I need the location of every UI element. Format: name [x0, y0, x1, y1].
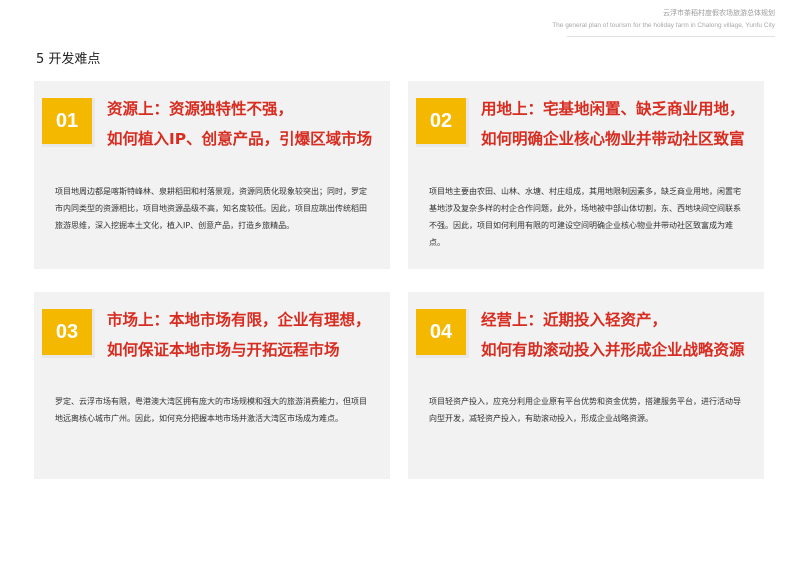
card-title: 用地上：宅基地闲置、缺乏商业用地， 如何明确企业核心物业并带动社区致富: [481, 94, 745, 154]
number-badge: 02: [416, 98, 469, 147]
badge-number: 04: [429, 321, 453, 343]
section-title: 5 开发难点: [36, 52, 101, 67]
number-badge: 03: [42, 309, 95, 358]
card-title-line-2: 如何植入IP、创意产品，引爆区域市场: [107, 130, 373, 148]
card-title: 经营上：近期投入轻资产， 如何有助滚动投入并形成企业战略资源: [481, 305, 745, 365]
card-body-text: 项目轻资产投入，应充分利用企业原有平台优势和资金优势，搭建服务平台，进行活动导向…: [429, 397, 741, 423]
number-badge: 01: [42, 98, 95, 147]
difficulty-card-1: 01 资源上：资源独特性不强， 如何植入IP、创意产品，引爆区域市场 项目地周边…: [34, 81, 390, 269]
card-title-line-2: 如何明确企业核心物业并带动社区致富: [481, 130, 745, 148]
card-title: 市场上：本地市场有限，企业有理想， 如何保证本地市场与开拓远程市场: [107, 305, 371, 365]
difficulty-card-4: 04 经营上：近期投入轻资产， 如何有助滚动投入并形成企业战略资源 项目轻资产投…: [408, 292, 764, 479]
page: 云浮市茶稻村度假农场旅游总体规划 The general plan of tou…: [0, 0, 793, 561]
badge-number: 03: [55, 321, 79, 343]
card-title: 资源上：资源独特性不强， 如何植入IP、创意产品，引爆区域市场: [107, 94, 372, 154]
card-title-line-1: 经营上：近期投入轻资产，: [481, 311, 668, 329]
header-title-en: The general plan of tourism for the holi…: [552, 22, 775, 29]
card-body-text: 罗定、云浮市场有限，粤港澳大湾区拥有庞大的市场规模和强大的旅游消费能力，但项目地…: [55, 397, 367, 423]
header-title-cn: 云浮市茶稻村度假农场旅游总体规划: [663, 9, 775, 17]
card-body-text: 项目地周边都是喀斯特峰林、泉耕稻田和村落景观，资源同质化现象较突出；同时，罗定市…: [55, 187, 367, 230]
difficulty-card-2: 02 用地上：宅基地闲置、缺乏商业用地， 如何明确企业核心物业并带动社区致富 项…: [408, 81, 764, 269]
card-title-line-2: 如何有助滚动投入并形成企业战略资源: [481, 341, 745, 359]
card-title-line-1: 资源上：资源独特性不强，: [107, 100, 294, 118]
number-badge: 04: [416, 309, 469, 358]
card-title-line-1: 用地上：宅基地闲置、缺乏商业用地，: [481, 100, 745, 118]
card-title-line-1: 市场上：本地市场有限，企业有理想，: [107, 311, 371, 329]
difficulty-card-3: 03 市场上：本地市场有限，企业有理想， 如何保证本地市场与开拓远程市场 罗定、…: [34, 292, 390, 479]
badge-number: 01: [55, 110, 79, 132]
badge-number: 02: [429, 110, 453, 132]
card-body-text: 项目地主要由农田、山林、水塘、村庄组成，其用地限制因素多，缺乏商业用地，闲置宅基…: [429, 187, 741, 247]
header-divider: [567, 36, 775, 37]
card-title-line-2: 如何保证本地市场与开拓远程市场: [107, 341, 340, 359]
